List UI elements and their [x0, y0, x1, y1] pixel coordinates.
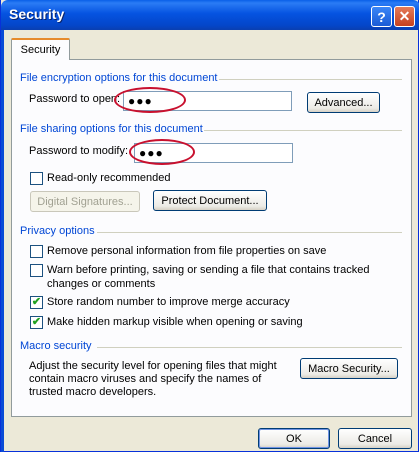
protect-document-button[interactable]: Protect Document...	[153, 190, 267, 211]
macro-security-button-label: Macro Security...	[308, 362, 390, 375]
warn-before-printing-checkbox[interactable]	[30, 264, 43, 277]
help-icon: ?	[377, 8, 386, 25]
cancel-button[interactable]: Cancel	[338, 428, 412, 449]
divider	[97, 347, 402, 348]
file-sharing-heading: File sharing options for this document	[20, 123, 203, 135]
help-button[interactable]: ?	[371, 6, 392, 27]
tab-security-label: Security	[20, 44, 61, 56]
remove-personal-info-checkbox[interactable]	[30, 245, 43, 258]
macro-description-line1: Adjust the security level for opening fi…	[29, 360, 277, 372]
window-border	[1, 30, 4, 452]
divider	[219, 79, 402, 80]
digital-signatures-button: Digital Signatures...	[30, 191, 140, 212]
close-icon: ✕	[398, 8, 411, 24]
macro-security-heading: Macro security	[20, 340, 92, 352]
ok-button[interactable]: OK	[258, 428, 330, 449]
file-encryption-heading: File encryption options for this documen…	[20, 72, 218, 84]
digital-signatures-button-label: Digital Signatures...	[37, 195, 133, 208]
security-dialog: Security ? ✕ Security File encryption op…	[0, 0, 419, 452]
password-to-open-label: Password to open:	[29, 93, 121, 105]
window-title: Security	[9, 6, 65, 22]
divider	[97, 232, 402, 233]
ok-button-label: OK	[286, 432, 302, 445]
warn-before-printing-label-line2: changes or comments	[47, 278, 156, 290]
macro-description-line2: contain macro viruses and specify the na…	[29, 373, 262, 385]
make-hidden-markup-visible-checkbox[interactable]: ✔	[30, 316, 43, 329]
cancel-button-label: Cancel	[357, 432, 393, 445]
read-only-recommended-label: Read-only recommended	[47, 172, 171, 184]
annotation-ellipse	[129, 139, 195, 165]
protect-document-button-label: Protect Document...	[161, 194, 259, 207]
macro-security-button[interactable]: Macro Security...	[300, 358, 398, 379]
store-random-number-checkbox[interactable]: ✔	[30, 296, 43, 309]
password-to-modify-label: Password to modify:	[29, 145, 129, 157]
title-bar[interactable]: Security ? ✕	[1, 0, 419, 30]
annotation-ellipse	[114, 87, 186, 113]
checkmark-icon: ✔	[31, 316, 42, 328]
close-button[interactable]: ✕	[394, 6, 415, 27]
remove-personal-info-label: Remove personal information from file pr…	[47, 245, 327, 257]
checkmark-icon: ✔	[31, 296, 42, 308]
advanced-button[interactable]: Advanced...	[307, 92, 380, 113]
privacy-options-heading: Privacy options	[20, 225, 95, 237]
warn-before-printing-label: Warn before printing, saving or sending …	[47, 264, 370, 276]
store-random-number-label: Store random number to improve merge acc…	[47, 296, 290, 308]
make-hidden-markup-visible-label: Make hidden markup visible when opening …	[47, 316, 303, 328]
tab-security[interactable]: Security	[11, 38, 70, 60]
read-only-recommended-checkbox[interactable]	[30, 172, 43, 185]
advanced-button-label: Advanced...	[314, 96, 373, 109]
divider	[204, 130, 402, 131]
macro-description-line3: trusted macro developers.	[29, 386, 157, 398]
